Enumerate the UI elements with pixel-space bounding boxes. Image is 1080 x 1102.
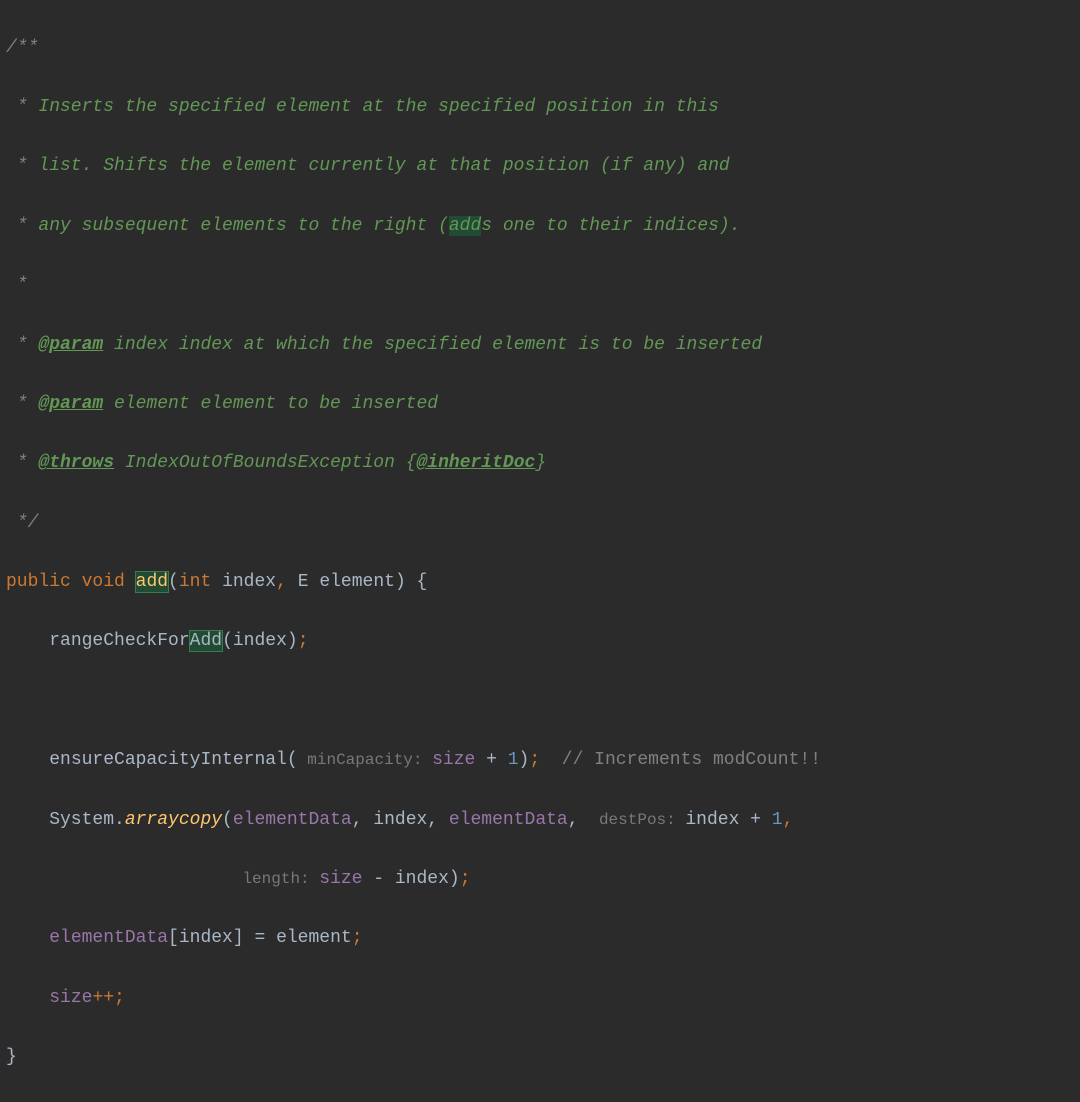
param-element: element [319, 572, 395, 592]
paren-close: ) [519, 750, 530, 770]
expr: index + [685, 810, 771, 830]
comma: , [568, 810, 590, 830]
javadoc-star: * [6, 275, 28, 295]
num-1: 1 [772, 810, 783, 830]
num-1: 1 [508, 750, 519, 770]
keyword-void: void [82, 572, 136, 592]
args: (index) [222, 631, 298, 651]
javadoc-star: * [6, 335, 38, 355]
spacer [540, 750, 562, 770]
field-elementdata: elementData [449, 810, 568, 830]
line-comment: // Increments modCount!! [562, 750, 821, 770]
args: , index, [352, 810, 449, 830]
semicolon: ; [352, 928, 363, 948]
javadoc-param-desc: element to be inserted [200, 394, 438, 414]
call-system: System. [6, 810, 125, 830]
javadoc-star: * [6, 216, 38, 236]
field-elementdata: elementData [233, 810, 352, 830]
javadoc-throws-class: IndexOutOfBoundsException { [125, 453, 417, 473]
javadoc-text: s one to their indices). [481, 216, 740, 236]
javadoc-param-name: index [103, 335, 179, 355]
javadoc-star: * [6, 97, 38, 117]
javadoc-star: * [6, 156, 38, 176]
field-elementdata: elementData [49, 928, 168, 948]
javadoc-text: list. Shifts the element currently at th… [38, 156, 729, 176]
field-size: size [319, 869, 373, 889]
javadoc-sp [114, 453, 125, 473]
paren: ( [168, 572, 179, 592]
op-plus: + [486, 750, 508, 770]
param-hint-length: length: [233, 870, 319, 888]
highlight-add: add [449, 216, 481, 236]
sig-close: ) { [395, 572, 427, 592]
field-size: size [432, 750, 486, 770]
javadoc-text: Inserts the specified element at the spe… [38, 97, 719, 117]
comma: , [783, 810, 794, 830]
javadoc-tag-throws: @throws [38, 453, 114, 473]
javadoc-open: /** [6, 38, 38, 58]
semicolon: ; [298, 631, 309, 651]
indent [6, 631, 49, 651]
paren: ( [222, 810, 233, 830]
indent [6, 928, 49, 948]
keyword-int: int [179, 572, 222, 592]
param-hint-mincapacity: minCapacity: [298, 751, 432, 769]
javadoc-star: * [6, 453, 38, 473]
javadoc-param-desc: index at which the specified element is … [179, 335, 762, 355]
semicolon: ; [460, 869, 471, 889]
semicolon: ; [529, 750, 540, 770]
field-size: size [49, 988, 92, 1008]
op-increment: ++; [92, 988, 124, 1008]
javadoc-tag-param: @param [38, 394, 103, 414]
param-hint-destpos: destPos: [589, 811, 685, 829]
type-E: E [298, 572, 320, 592]
assignment: [index] = element [168, 928, 352, 948]
indent [6, 988, 49, 1008]
javadoc-close: */ [6, 513, 38, 533]
indent [6, 869, 233, 889]
method-name-add: add [136, 572, 168, 592]
expr: - index) [373, 869, 459, 889]
javadoc-text: } [535, 453, 546, 473]
method-arraycopy: arraycopy [125, 810, 222, 830]
javadoc-param-name: element [103, 394, 200, 414]
brace-close: } [6, 1047, 17, 1067]
call-ensure: ensureCapacityInternal( [49, 750, 297, 770]
param-index: index [222, 572, 276, 592]
highlight-add-in-call: Add [190, 631, 222, 651]
indent [6, 750, 49, 770]
javadoc-tag-param: @param [38, 335, 103, 355]
comma: , [276, 572, 298, 592]
keyword-public: public [6, 572, 82, 592]
javadoc-tag-inherit: @inheritDoc [417, 453, 536, 473]
javadoc-star: * [6, 394, 38, 414]
code-editor[interactable]: /** * Inserts the specified element at t… [0, 0, 1080, 1102]
call-rangecheck: rangeCheckFor [49, 631, 189, 651]
javadoc-text: any subsequent elements to the right ( [38, 216, 448, 236]
